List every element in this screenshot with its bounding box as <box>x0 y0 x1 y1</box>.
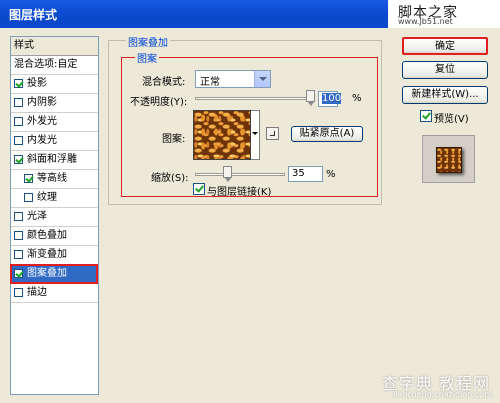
site-logo: 脚本之家 www.Jb51.net <box>388 0 500 28</box>
scale-unit: % <box>326 169 336 180</box>
subgroup-title: 图案 <box>135 50 159 65</box>
blend-mode-select[interactable]: 正常 <box>195 70 271 88</box>
style-item-checkbox[interactable] <box>14 136 23 145</box>
style-item[interactable]: 渐变叠加 <box>11 246 98 265</box>
opacity-slider-thumb[interactable] <box>306 90 315 106</box>
scale-input[interactable]: 35 <box>288 166 323 182</box>
style-item[interactable]: 纹理 <box>11 189 98 208</box>
style-item-checkbox[interactable] <box>14 250 23 259</box>
style-item-checkbox[interactable] <box>14 288 23 297</box>
new-style-button-label: 新建样式(W)... <box>411 89 479 100</box>
snap-origin-label: 贴紧原点(A) <box>299 128 355 139</box>
opacity-unit: % <box>352 93 362 104</box>
style-item-label: 外发光 <box>27 116 57 127</box>
style-item[interactable]: 颜色叠加 <box>11 227 98 246</box>
opacity-slider-track[interactable] <box>195 97 315 100</box>
blend-mode-label: 混合模式: <box>142 77 186 88</box>
style-item[interactable]: 投影 <box>11 75 98 94</box>
window-title: 图层样式 <box>9 8 58 22</box>
style-item-label: 光泽 <box>27 211 47 222</box>
preview-checkbox[interactable] <box>420 110 432 122</box>
style-item-label: 纹理 <box>37 192 57 203</box>
scale-slider-track[interactable] <box>195 173 285 176</box>
style-item[interactable]: 等高线 <box>11 170 98 189</box>
pattern-dropdown[interactable] <box>251 110 260 160</box>
style-item-label: 内阴影 <box>27 97 57 108</box>
opacity-label: 不透明度(Y): <box>130 97 188 108</box>
watermark: 查字典 教程网 jiaocheng.chazidian.com <box>340 368 500 403</box>
style-item-checkbox[interactable] <box>14 212 23 221</box>
style-item-checkbox[interactable] <box>14 117 23 126</box>
blend-mode-value: 正常 <box>200 77 220 88</box>
reset-button[interactable]: 复位 <box>402 61 488 79</box>
preview-box <box>422 135 475 183</box>
style-item-label: 投影 <box>27 78 47 89</box>
group-title: 图案叠加 <box>126 34 170 49</box>
style-item-checkbox[interactable] <box>14 79 23 88</box>
preview-label: 预览(V) <box>434 114 469 125</box>
link-layer-checkbox[interactable] <box>193 183 205 195</box>
watermark-line2: jiaocheng.chazidian.com <box>392 390 492 399</box>
style-item[interactable]: 光泽 <box>11 208 98 227</box>
chevron-down-icon[interactable] <box>254 71 270 87</box>
style-item[interactable]: 内阴影 <box>11 94 98 113</box>
style-item-checkbox[interactable] <box>24 193 33 202</box>
snap-origin-button[interactable]: 贴紧原点(A) <box>291 126 363 142</box>
style-item[interactable]: 图案叠加 <box>10 264 98 284</box>
style-item[interactable]: 内发光 <box>11 132 98 151</box>
opacity-value: 100 <box>322 93 342 104</box>
style-list-header[interactable]: 样式 <box>11 37 98 56</box>
scale-value: 35 <box>292 168 305 179</box>
style-item[interactable]: 混合选项:自定 <box>11 56 98 75</box>
new-style-button[interactable]: 新建样式(W)... <box>402 86 488 104</box>
logo-url: www.Jb51.net <box>398 17 453 26</box>
style-item-label: 描边 <box>27 287 47 298</box>
style-item-checkbox[interactable] <box>14 269 23 278</box>
style-item-checkbox[interactable] <box>24 174 33 183</box>
ok-button[interactable]: 确定 <box>402 37 488 55</box>
scale-slider-thumb[interactable] <box>223 166 233 182</box>
style-item-label: 渐变叠加 <box>27 249 67 260</box>
style-list: 样式 混合选项:自定投影内阴影外发光内发光斜面和浮雕等高线纹理光泽颜色叠加渐变叠… <box>10 36 99 395</box>
preview-thumbnail <box>436 147 462 173</box>
style-item[interactable]: 描边 <box>11 284 98 303</box>
style-item[interactable]: 斜面和浮雕 <box>11 151 98 170</box>
style-list-header-label: 样式 <box>14 40 34 51</box>
style-item-label: 斜面和浮雕 <box>27 154 77 165</box>
scale-label: 缩放(S): <box>151 173 189 184</box>
style-item-label: 混合选项:自定 <box>14 59 78 70</box>
new-preset-icon[interactable] <box>266 127 279 140</box>
style-item-label: 内发光 <box>27 135 57 146</box>
style-item-label: 等高线 <box>37 173 67 184</box>
link-layer-label: 与图层链接(K) <box>207 187 272 198</box>
ok-button-label: 确定 <box>435 41 455 52</box>
opacity-input[interactable]: 100 <box>318 91 342 107</box>
style-item-checkbox[interactable] <box>14 155 23 164</box>
style-item-checkbox[interactable] <box>14 98 23 107</box>
pattern-swatch[interactable] <box>193 110 251 160</box>
style-item[interactable]: 外发光 <box>11 113 98 132</box>
title-bar: 图层样式 脚本之家 www.Jb51.net <box>0 0 500 28</box>
style-item-label: 图案叠加 <box>27 268 67 279</box>
style-item-label: 颜色叠加 <box>27 230 67 241</box>
reset-button-label: 复位 <box>435 64 455 75</box>
style-item-checkbox[interactable] <box>14 231 23 240</box>
pattern-label: 图案: <box>162 134 186 145</box>
